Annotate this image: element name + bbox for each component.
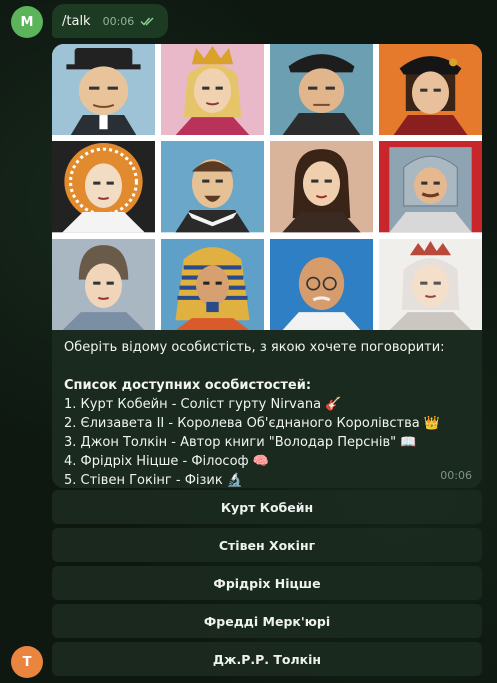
microscope-icon: 🔬 [226, 473, 244, 488]
portrait-tile [379, 44, 482, 136]
portraits-image[interactable] [52, 44, 482, 330]
message-time: 00:06 [440, 469, 472, 482]
inline-keyboard: Курт Кобейн Стівен Хокінг Фрідріх Ніцше … [52, 490, 482, 680]
message-intro: Оберіть відому особистість, з якою хочет… [64, 340, 445, 355]
portrait-tile [161, 238, 264, 330]
portrait-tile [52, 44, 155, 136]
keyboard-button-kurt-cobain[interactable]: Курт Кобейн [52, 490, 482, 524]
command-time: 00:06 [102, 14, 135, 28]
portrait-tile [52, 141, 155, 233]
portrait-tile [270, 141, 373, 233]
list-item: 3. Джон Толкін - Автор книги "Володар Пе… [64, 433, 474, 452]
list-item: 4. Фрідріх Ніцше - Філософ 🧠 [64, 452, 474, 471]
list-item: 1. Курт Кобейн - Соліст гурту Nirvana 🎸 [64, 395, 474, 414]
portrait-tile [270, 44, 373, 136]
bot-avatar[interactable]: T [11, 646, 43, 678]
portrait-tile [52, 238, 155, 330]
portrait-tile [270, 238, 373, 330]
list-heading: Список доступних особистостей: [64, 378, 312, 393]
command-text: /talk [62, 13, 91, 29]
message-text: Оберіть відому особистість, з якою хочет… [64, 338, 474, 488]
list-item: 5. Стівен Гокінг - Фізик 🔬 [64, 471, 474, 488]
keyboard-button-stephen-hawking[interactable]: Стівен Хокінг [52, 528, 482, 562]
double-check-icon [140, 17, 154, 26]
portrait-tile [161, 141, 264, 233]
user-avatar[interactable]: M [11, 6, 43, 38]
portrait-tile [161, 44, 264, 136]
keyboard-button-friedrich-nietzsche[interactable]: Фрідріх Ніцше [52, 566, 482, 600]
list-item-text: 4. Фрідріх Ніцше - Філософ [64, 454, 249, 469]
crown-icon: 👑 [423, 416, 441, 431]
brain-icon: 🧠 [252, 454, 269, 469]
list-item: 2. Єлизавета II - Королева Об'єднаного К… [64, 414, 474, 433]
portrait-tile [379, 238, 482, 330]
list-item-text: 3. Джон Толкін - Автор книги "Володар Пе… [64, 435, 397, 450]
guitar-icon: 🎸 [325, 397, 342, 412]
list-item-text: 2. Єлизавета II - Королева Об'єднаного К… [64, 416, 420, 431]
portrait-tile [379, 141, 482, 233]
list-item-text: 1. Курт Кобейн - Соліст гурту Nirvana [64, 397, 322, 412]
book-icon: 📖 [400, 435, 417, 450]
bot-message-card: Оберіть відому особистість, з якою хочет… [52, 44, 482, 488]
keyboard-button-freddie-mercury[interactable]: Фредді Мерк'юрі [52, 604, 482, 638]
outgoing-command-bubble: /talk 00:06 [52, 4, 168, 38]
list-item-text: 5. Стівен Гокінг - Фізик [64, 473, 223, 488]
keyboard-button-tolkien[interactable]: Дж.Р.Р. Толкін [52, 642, 482, 676]
